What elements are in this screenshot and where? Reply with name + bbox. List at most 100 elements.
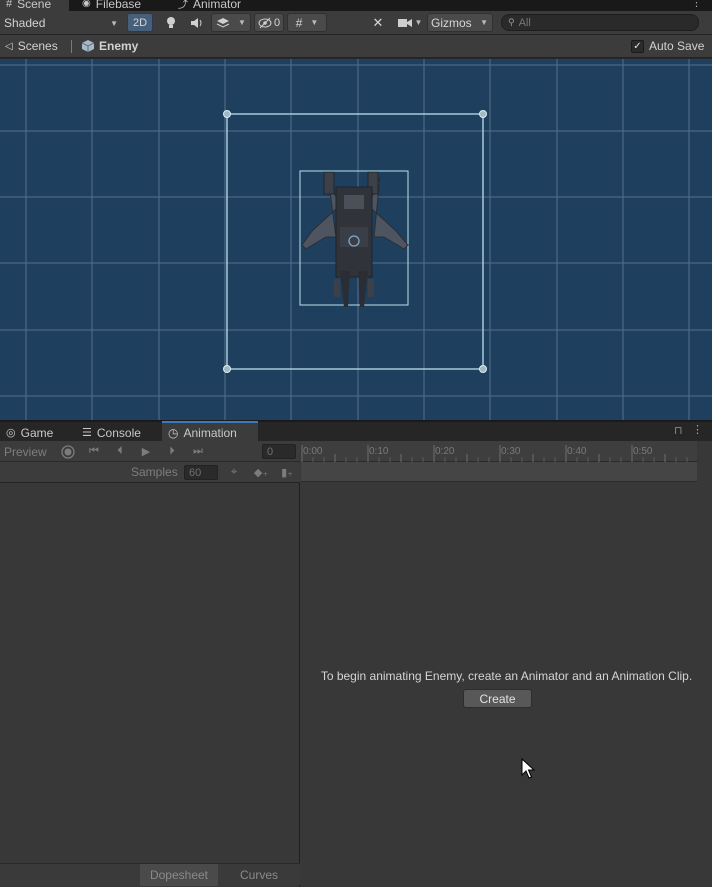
lock-icon[interactable]: ⊓ [674,424,683,437]
hidden-objects-count: 0 [273,16,281,29]
tab-animation[interactable]: ◷ Animation [162,421,258,442]
chevron-down-icon: ▼ [238,18,246,27]
toggle-2d-button[interactable]: 2D [127,13,153,32]
breadcrumb: ◁ Scenes Enemy ✓ Auto Save [0,35,712,58]
breadcrumb-scenes[interactable]: ◁ Scenes [5,39,58,53]
clock-icon: ◷ [168,425,179,440]
grid-snap-icon: # [295,15,303,30]
skip-end-icon: ⏭ [193,445,203,457]
event-track[interactable] [301,462,697,482]
gamepad-icon: ◎ [6,427,16,439]
grid-icon: # [6,0,13,10]
key-visibility-button[interactable]: ⌖ [224,464,244,481]
tab-game-label: Game [20,425,54,440]
gizmos-dropdown[interactable]: Gizmos ▼ [427,13,493,32]
frame-input[interactable]: 0 [262,444,296,459]
scene-toolbar: Shaded ▼ 2D ▼ 0 # ▼ ✕ ▼ Gizmos ▼ ⚲ All [0,11,712,35]
tick-label: 0:20 [435,446,455,457]
tools-icon: ✕ [372,14,384,30]
chevron-down-icon: ▼ [110,18,118,28]
animator-icon: ⤴ [178,0,188,11]
time-ruler[interactable]: 0:00 0:10 0:20 0:30 0:40 0:50 [301,441,697,462]
crosshair-icon: ⌖ [230,466,238,478]
scene-visibility-toggle[interactable]: 0 [254,13,284,32]
playback-controls: Preview ⏮ ⏴ ▶ ⏵ ⏭ 0 [0,441,300,462]
effects-dropdown[interactable]: ▼ [211,13,251,32]
grid-snapping-dropdown[interactable]: # ▼ [287,13,327,32]
scene-canvas [0,59,712,420]
timeline-scrollbar[interactable] [697,441,712,887]
add-event-button[interactable]: ▮₊ [278,464,296,481]
layers-icon [216,17,230,28]
last-keyframe-button[interactable]: ⏭ [188,443,208,460]
tick-label: 0:10 [369,446,389,457]
tab-curves[interactable]: Curves [222,864,296,886]
audio-toggle[interactable] [186,13,208,32]
animation-property-pane: Preview ⏮ ⏴ ▶ ⏵ ⏭ 0 Samples 60 ⌖ ◆₊ ▮₊ D… [0,441,300,887]
auto-save-checkbox[interactable]: ✓ [631,39,644,53]
resize-handle-bottom-right[interactable] [479,365,487,373]
checkmark-icon: ✓ [633,40,642,52]
tab-filebase[interactable]: ◉ Filebase [82,0,141,11]
breadcrumb-scenes-label: Scenes [17,39,58,53]
resize-handle-top-left[interactable] [223,110,231,118]
tab-console[interactable]: ☰ Console [76,423,147,442]
chevron-down-icon: ▼ [414,18,423,27]
add-keyframe-button[interactable]: ◆₊ [250,464,272,481]
play-icon: ▶ [141,446,151,458]
enemy-ship-sprite[interactable] [301,171,409,307]
resize-handle-top-right[interactable] [479,110,487,118]
tab-animator-label: Animator [193,0,242,11]
tab-game[interactable]: ◎ Game [0,423,59,442]
tab-curves-label: Curves [239,868,278,882]
preview-label: Preview [4,444,47,459]
tab-animator[interactable]: ⤴ Animator [178,0,241,11]
kebab-menu-icon[interactable]: ⋮ [692,423,703,436]
camera-dropdown[interactable]: ▼ [395,13,425,32]
console-icon: ☰ [82,427,92,439]
lighting-toggle[interactable] [160,13,182,32]
prefab-cube-icon [82,40,94,52]
previous-keyframe-button[interactable]: ⏴ [110,443,130,460]
breadcrumb-enemy[interactable]: Enemy [82,39,138,53]
add-key-icon: ◆₊ [253,467,269,479]
animation-window: Preview ⏮ ⏴ ▶ ⏵ ⏭ 0 Samples 60 ⌖ ◆₊ ▮₊ D… [0,441,712,887]
gizmos-label: Gizmos [431,15,472,30]
lower-tab-strip: ◎ Game ☰ Console ◷ Animation ⊓ ⋮ [0,420,712,442]
scene-search-input[interactable]: ⚲ All [501,14,699,31]
tools-button[interactable]: ✕ [367,13,389,32]
samples-input[interactable]: 60 [184,465,218,480]
shading-mode-dropdown[interactable]: Shaded ▼ [4,14,118,32]
create-animation-button[interactable]: Create [463,689,532,708]
tab-animation-label: Animation [183,425,237,440]
eye-hidden-icon [258,17,272,28]
scene-viewport[interactable] [0,59,712,420]
toggle-2d-label: 2D [132,16,148,29]
auto-save-toggle[interactable]: ✓ Auto Save [631,39,704,53]
preview-toggle[interactable]: Preview [4,443,52,460]
mouse-pointer-icon [521,758,535,779]
record-button[interactable] [58,443,78,460]
tab-console-label: Console [96,425,141,440]
chevron-down-icon: ▼ [310,18,319,27]
dopesheet-curves-switch: Dopesheet Curves [0,863,300,886]
tick-label: 0:50 [633,446,653,457]
samples-label: Samples [131,465,178,479]
tick-label: 0:40 [567,446,587,457]
first-keyframe-button[interactable]: ⏮ [84,443,104,460]
chevron-down-icon: ▼ [480,18,488,27]
play-button[interactable]: ▶ [136,443,156,460]
frame-value: 0 [267,445,274,458]
resize-handle-bottom-left[interactable] [223,365,231,373]
kebab-menu-icon[interactable]: ⋮ [691,0,702,9]
add-event-icon: ▮₊ [281,467,293,479]
auto-save-label: Auto Save [649,39,705,53]
lightbulb-icon [167,16,175,28]
tab-dopesheet[interactable]: Dopesheet [140,864,218,886]
record-icon [61,444,75,459]
samples-row: Samples 60 ⌖ ◆₊ ▮₊ [0,462,300,483]
next-keyframe-button[interactable]: ⏵ [162,443,182,460]
timeline-pane: 0:00 0:10 0:20 0:30 0:40 0:50 To begin a… [301,441,712,887]
tab-scene[interactable]: # Scene [0,0,69,11]
samples-value: 60 [189,466,202,479]
